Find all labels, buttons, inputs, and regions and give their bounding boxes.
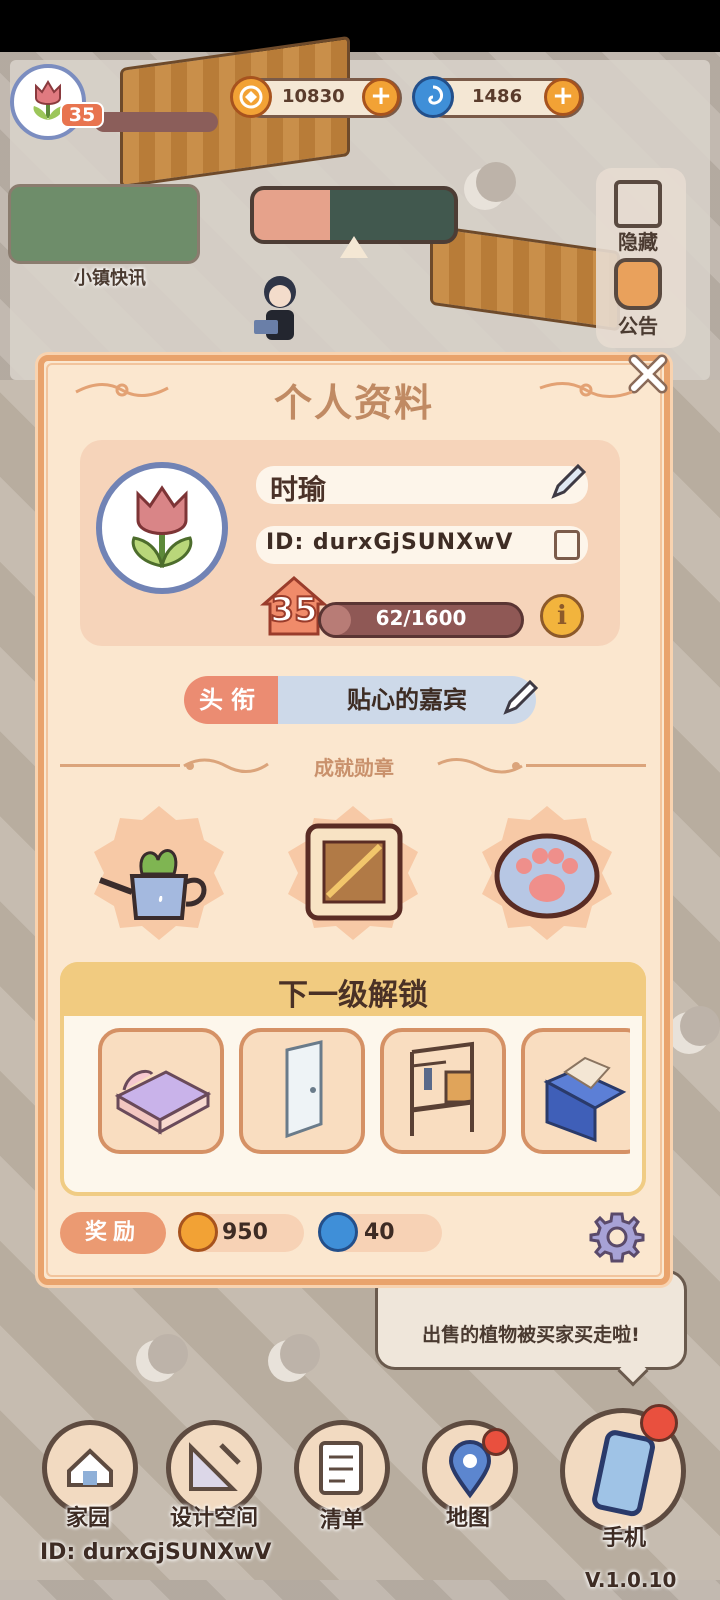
gem-icon xyxy=(412,76,454,118)
reward-coins-value: 950 xyxy=(222,1220,268,1245)
nav-phone-label[interactable]: 手机 xyxy=(576,1520,672,1552)
clothes-rack-icon xyxy=(410,1041,474,1136)
notice-label[interactable]: 公告 xyxy=(598,310,678,339)
door-icon xyxy=(285,1040,323,1139)
moon-pattern-icon xyxy=(136,1334,188,1382)
coin-icon xyxy=(230,76,272,118)
book-stand-icon xyxy=(543,1056,627,1143)
hide-ui-label[interactable]: 隐藏 xyxy=(598,226,678,255)
checklist-icon xyxy=(319,1441,363,1495)
town-news-button[interactable] xyxy=(8,184,200,264)
player-id: ID: durxGjSUNXwV xyxy=(266,530,514,555)
player-name: 时瑜 xyxy=(270,473,327,506)
town-news-label: 小镇快讯 xyxy=(74,268,146,289)
unlock-item-clothes-rack[interactable] xyxy=(380,1028,506,1154)
add-coins-button[interactable]: + xyxy=(362,78,400,116)
unlock-item-book-stand[interactable] xyxy=(521,1028,630,1154)
edit-name-pencil-icon[interactable] xyxy=(548,462,588,502)
bed-icon xyxy=(114,1069,212,1135)
nav-list-label[interactable]: 清单 xyxy=(294,1502,390,1534)
stamp-medal-icon[interactable] xyxy=(280,800,426,946)
player-character[interactable] xyxy=(250,270,310,350)
gem-icon xyxy=(318,1212,358,1252)
paw-medal-icon[interactable] xyxy=(474,800,620,946)
unlock-item-list[interactable] xyxy=(64,1020,630,1160)
copy-id-icon[interactable] xyxy=(554,530,580,560)
app-version: V.1.0.10 xyxy=(585,1568,677,1592)
weather-sun-icon xyxy=(254,190,330,240)
nav-home-label[interactable]: 家园 xyxy=(40,1500,136,1532)
title-label: 头衔 xyxy=(184,676,278,724)
unlock-item-door[interactable] xyxy=(239,1028,365,1154)
reward-gems-value: 40 xyxy=(364,1220,395,1245)
gem-value: 1486 xyxy=(472,86,523,107)
nav-map-label[interactable]: 地图 xyxy=(420,1500,516,1532)
reward-label: 奖励 xyxy=(60,1212,166,1254)
exp-progress-text: 62/1600 xyxy=(375,606,467,630)
notification-text: 出售的植物被买家买走啦! xyxy=(422,1324,640,1346)
add-gems-button[interactable]: + xyxy=(544,78,582,116)
design-ruler-icon xyxy=(189,1442,241,1491)
level-info-button[interactable]: i xyxy=(540,594,584,638)
watering-can-medal-icon[interactable] xyxy=(86,800,232,946)
hide-ui-icon[interactable] xyxy=(614,180,662,228)
coin-value: 10830 xyxy=(282,86,345,107)
hud-xp-bar xyxy=(94,112,218,132)
house-icon xyxy=(67,1448,113,1487)
unlock-title: 下一级解锁 xyxy=(278,978,428,1013)
gear-icon[interactable] xyxy=(588,1208,646,1266)
edit-title-pencil-icon[interactable] xyxy=(500,678,540,718)
player-title: 贴心的嘉宾 xyxy=(278,676,536,724)
footer-player-id: ID: durxGjSUNXwV xyxy=(40,1540,272,1565)
dialog-title: 个人资料 xyxy=(273,381,434,425)
moon-pattern-icon xyxy=(464,162,516,210)
notice-bag-icon[interactable] xyxy=(614,258,662,310)
status-bar xyxy=(0,0,720,52)
moon-pattern-icon xyxy=(268,1334,320,1382)
coin-icon xyxy=(178,1212,218,1252)
tulip-avatar-icon xyxy=(131,485,193,568)
moon-pattern-icon xyxy=(668,1006,720,1054)
weather-pointer-icon xyxy=(340,236,368,258)
hud-level-badge: 35 xyxy=(60,102,104,128)
profile-avatar[interactable] xyxy=(96,462,228,594)
phone-notification-badge xyxy=(640,1404,678,1442)
map-notification-badge xyxy=(482,1428,510,1456)
achievements-title: 成就勋章 xyxy=(314,756,394,780)
unlock-item-bed[interactable] xyxy=(98,1028,224,1154)
nav-design-label[interactable]: 设计空间 xyxy=(150,1500,278,1532)
